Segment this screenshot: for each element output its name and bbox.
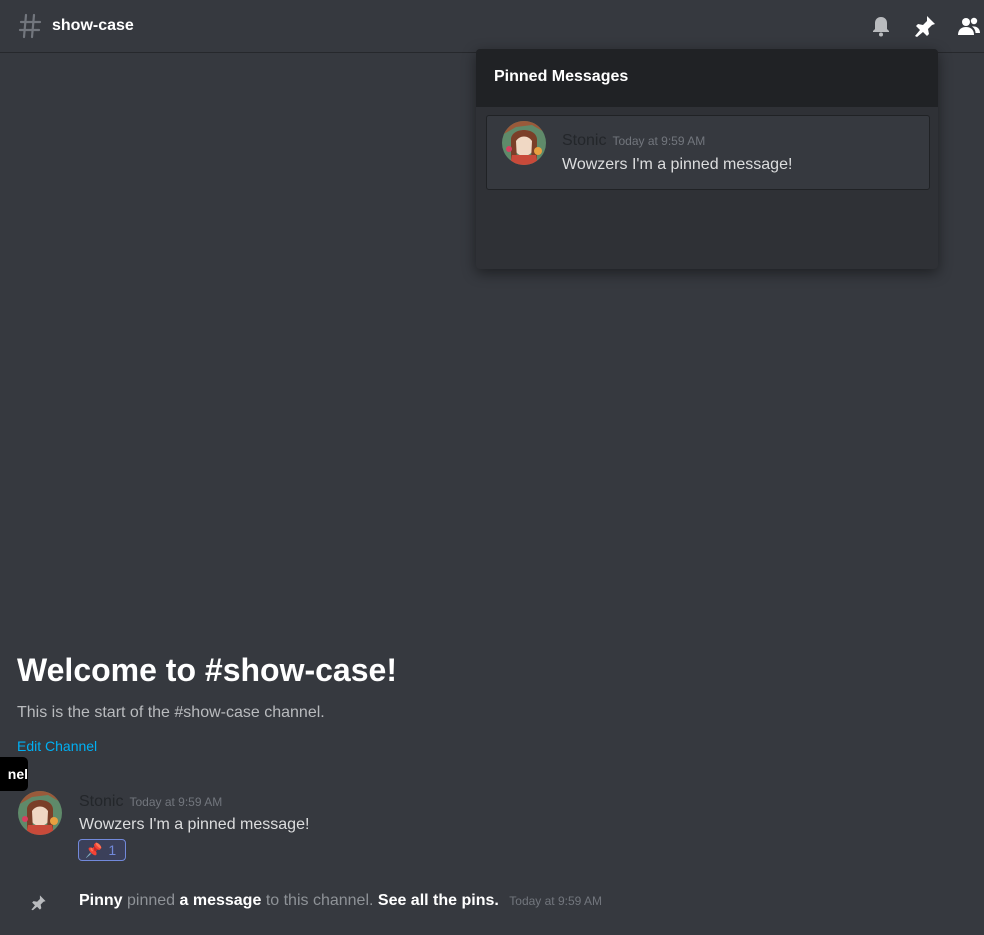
edit-channel-link[interactable]: Edit Channel	[17, 738, 97, 754]
message-timestamp: Today at 9:59 AM	[612, 134, 706, 148]
message-username[interactable]: Stonic	[79, 793, 123, 810]
pin-reaction[interactable]: 📌 1	[78, 839, 126, 861]
message-content: Wowzers I'm a pinned message!	[79, 816, 310, 833]
members-icon[interactable]	[957, 14, 981, 38]
tooltip-text: nel	[7, 766, 28, 782]
pin-icon	[31, 895, 46, 911]
reaction-count: 1	[108, 842, 117, 858]
reaction-emoji: 📌	[85, 842, 103, 858]
system-pin-message: Pinny pinned a message to this channel. …	[0, 888, 984, 916]
message-username[interactable]: Stonic	[562, 132, 606, 149]
system-timestamp: Today at 9:59 AM	[509, 894, 603, 908]
system-username[interactable]: Pinny	[79, 892, 123, 909]
popout-title: Pinned Messages	[476, 49, 938, 107]
pinned-messages-popout: Pinned Messages Stonic Today at 9:59 AM W…	[476, 49, 938, 269]
channel-name: show-case	[52, 17, 134, 34]
pinned-message-card[interactable]: Stonic Today at 9:59 AM Wowzers I'm a pin…	[486, 115, 930, 190]
see-all-pins-link[interactable]: See all the pins.	[378, 892, 499, 909]
message-content: Wowzers I'm a pinned message!	[562, 156, 793, 173]
avatar[interactable]	[18, 791, 62, 835]
avatar[interactable]	[502, 121, 546, 165]
chat-message: Stonic Today at 9:59 AM Wowzers I'm a pin…	[18, 790, 958, 865]
channel-header: show-case	[0, 0, 984, 53]
system-middle-text: to this channel.	[265, 892, 374, 909]
pin-icon[interactable]	[913, 14, 937, 38]
tooltip: nel	[0, 757, 28, 791]
bell-icon[interactable]	[869, 14, 893, 38]
message-timestamp: Today at 9:59 AM	[129, 795, 223, 809]
pinned-message-link[interactable]: a message	[180, 892, 262, 909]
welcome-title: Welcome to #show-case!	[17, 652, 397, 688]
welcome-subtitle: This is the start of the #show-case chan…	[17, 704, 325, 721]
hashtag-icon	[18, 13, 42, 39]
system-action: pinned	[127, 892, 176, 909]
